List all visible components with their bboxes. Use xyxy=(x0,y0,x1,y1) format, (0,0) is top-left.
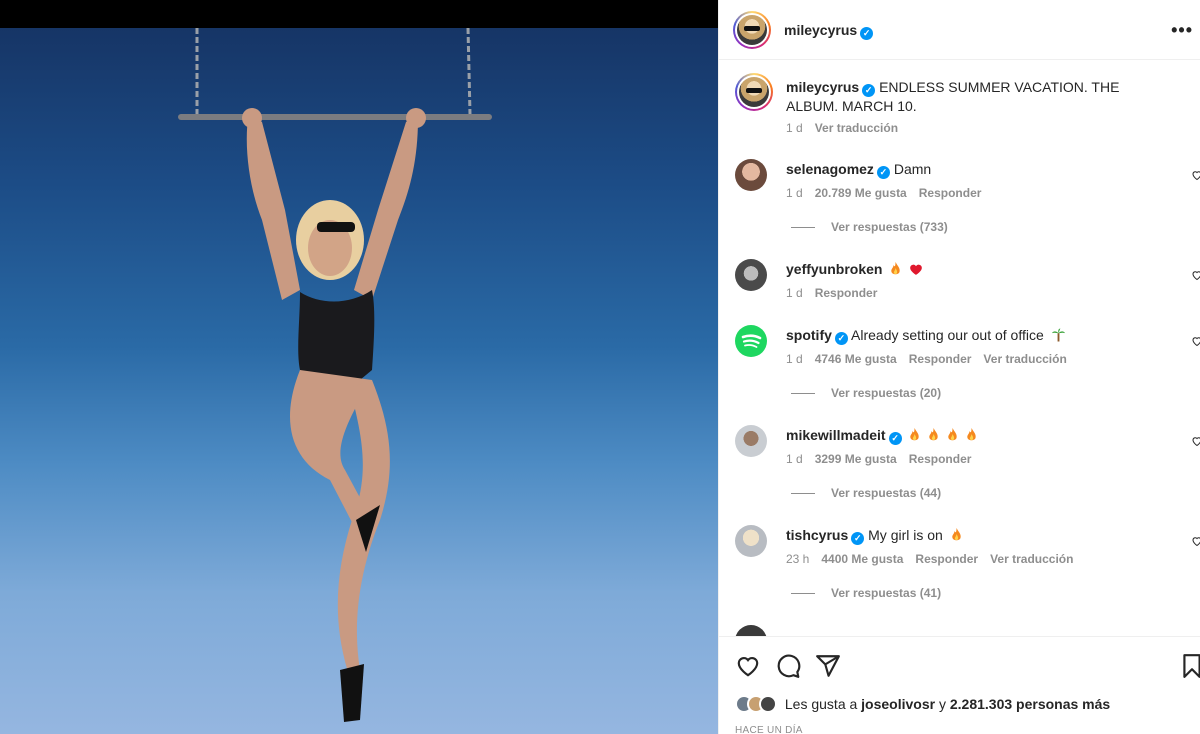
caption-avatar-image xyxy=(739,77,769,107)
comment-meta: 1 d Responder xyxy=(786,286,889,300)
caption-translate-link[interactable]: Ver traducción xyxy=(815,121,898,135)
commenter-avatar[interactable] xyxy=(735,525,767,557)
comment-likes[interactable]: 4400 Me gusta xyxy=(821,552,903,566)
comment-like-icon[interactable] xyxy=(1191,269,1200,281)
likes-middle: y xyxy=(938,696,946,712)
fire-emoji xyxy=(967,428,977,441)
comment-text: Already setting our out of office xyxy=(851,327,1044,343)
comment-age[interactable]: 1 d xyxy=(786,352,803,366)
author-line: mileycyrus ✓ xyxy=(784,22,874,40)
view-replies-button[interactable]: Ver respuestas (733) xyxy=(791,220,948,234)
caption-text-block: mileycyrus ✓ ENDLESS SUMMER VACATION. THE… xyxy=(786,78,1166,115)
liker-avatars[interactable] xyxy=(735,695,777,713)
verified-badge-icon: ✓ xyxy=(876,166,890,179)
comment-body: selenagomez ✓ Damn xyxy=(786,160,1176,179)
comment-username[interactable]: spotify xyxy=(786,327,832,343)
like-icon[interactable] xyxy=(735,653,761,679)
more-options-icon[interactable]: ••• xyxy=(1171,20,1193,41)
comment-likes[interactable]: 3299 Me gusta xyxy=(815,452,897,466)
comment-meta: 23 h 4400 Me gusta Responder Ver traducción xyxy=(786,552,1085,566)
post-photo[interactable] xyxy=(0,28,718,734)
fire-emoji xyxy=(929,428,939,441)
comment-username[interactable]: selenagomez xyxy=(786,161,874,177)
spotify-logo-icon xyxy=(741,334,762,348)
author-username[interactable]: mileycyrus xyxy=(784,22,857,38)
comment-age[interactable]: 1 d xyxy=(786,452,803,466)
comment-meta: 1 d 4746 Me gusta Responder Ver traducción xyxy=(786,352,1079,366)
post-media[interactable] xyxy=(0,0,718,734)
commenter-avatar[interactable] xyxy=(735,425,767,457)
comment-meta: 1 d 3299 Me gusta Responder xyxy=(786,452,983,466)
verified-badge-icon: ✓ xyxy=(860,27,874,40)
fire-emoji xyxy=(952,528,961,541)
comment-age[interactable]: 23 h xyxy=(786,552,809,566)
author-avatar-image xyxy=(737,15,767,45)
comment-like-icon[interactable] xyxy=(1191,169,1200,181)
caption-avatar[interactable] xyxy=(735,73,773,111)
view-replies-button[interactable]: Ver respuestas (41) xyxy=(791,586,941,600)
post-sidebar: mileycyrus ✓ ••• mileycyrus ✓ ENDLESS SUMM… xyxy=(718,0,1200,734)
verified-badge-icon: ✓ xyxy=(862,84,876,97)
likes-summary: Les gusta a joseolivosr y 2.281.303 pers… xyxy=(735,695,1110,713)
reply-button[interactable]: Responder xyxy=(919,186,982,200)
comment-text: My girl is on xyxy=(868,527,943,543)
commenter-avatar[interactable] xyxy=(735,159,767,191)
caption-age[interactable]: 1 d xyxy=(786,121,803,135)
reply-button[interactable]: Responder xyxy=(915,552,978,566)
likes-prefix: Les gusta a xyxy=(784,696,858,712)
reply-button[interactable]: Responder xyxy=(909,452,972,466)
comment-like-icon[interactable] xyxy=(1191,435,1200,447)
comment-icon[interactable] xyxy=(775,653,801,679)
liker-username[interactable]: joseolivosr xyxy=(861,696,935,712)
comment-like-icon[interactable] xyxy=(1191,335,1200,347)
comment-age[interactable]: 1 d xyxy=(786,286,803,300)
comment-text: Damn xyxy=(893,161,932,177)
post-timestamp[interactable]: HACE UN DÍA xyxy=(735,725,803,734)
comment-body: mikewillmadeit ✓ xyxy=(786,426,1176,445)
comment-username[interactable]: yeffyunbroken xyxy=(786,261,882,277)
save-icon[interactable] xyxy=(1179,653,1200,679)
translate-link[interactable]: Ver traducción xyxy=(990,552,1073,566)
post-header: mileycyrus ✓ ••• xyxy=(719,0,1200,60)
comments-list[interactable]: mileycyrus ✓ ENDLESS SUMMER VACATION. THE… xyxy=(719,61,1200,636)
comment-like-icon[interactable] xyxy=(1191,535,1200,547)
fire-emoji xyxy=(948,428,958,441)
comment-body: yeffyunbroken xyxy=(786,260,1176,278)
commenter-avatar[interactable] xyxy=(735,325,767,357)
post-actions: Les gusta a joseolivosr y 2.281.303 pers… xyxy=(719,636,1200,734)
reply-button[interactable]: Responder xyxy=(909,352,972,366)
comment-age[interactable]: 1 d xyxy=(786,186,803,200)
commenter-avatar[interactable] xyxy=(735,625,767,636)
translate-link[interactable]: Ver traducción xyxy=(983,352,1066,366)
comment-body: spotify ✓ Already setting our out of offi… xyxy=(786,326,1176,345)
view-replies-button[interactable]: Ver respuestas (44) xyxy=(791,486,941,500)
verified-badge-icon: ✓ xyxy=(851,532,865,545)
verified-badge-icon: ✓ xyxy=(888,432,902,445)
fire-emoji xyxy=(910,428,920,441)
likes-count[interactable]: 2.281.303 personas más xyxy=(950,696,1110,712)
caption-meta: 1 d Ver traducción xyxy=(786,121,910,135)
verified-badge-icon: ✓ xyxy=(834,332,848,345)
comment-username[interactable]: mikewillmadeit xyxy=(786,427,886,443)
view-replies-button[interactable]: Ver respuestas (20) xyxy=(791,386,941,400)
trapeze-artist-photo xyxy=(178,28,492,722)
author-avatar[interactable] xyxy=(733,11,771,49)
fire-emoji xyxy=(891,262,901,275)
comment-meta: 1 d 20.789 Me gusta Responder xyxy=(786,186,993,200)
comment-likes[interactable]: 20.789 Me gusta xyxy=(815,186,907,200)
share-icon[interactable] xyxy=(815,653,841,679)
comment-likes[interactable]: 4746 Me gusta xyxy=(815,352,897,366)
comment-username[interactable]: tishcyrus xyxy=(786,527,848,543)
comment-body: tishcyrus ✓ My girl is on xyxy=(786,526,1176,545)
red-heart-emoji xyxy=(910,264,923,275)
palm-tree-emoji xyxy=(1051,328,1065,342)
reply-button[interactable]: Responder xyxy=(815,286,878,300)
commenter-avatar[interactable] xyxy=(735,259,767,291)
caption-username[interactable]: mileycyrus xyxy=(786,79,859,95)
